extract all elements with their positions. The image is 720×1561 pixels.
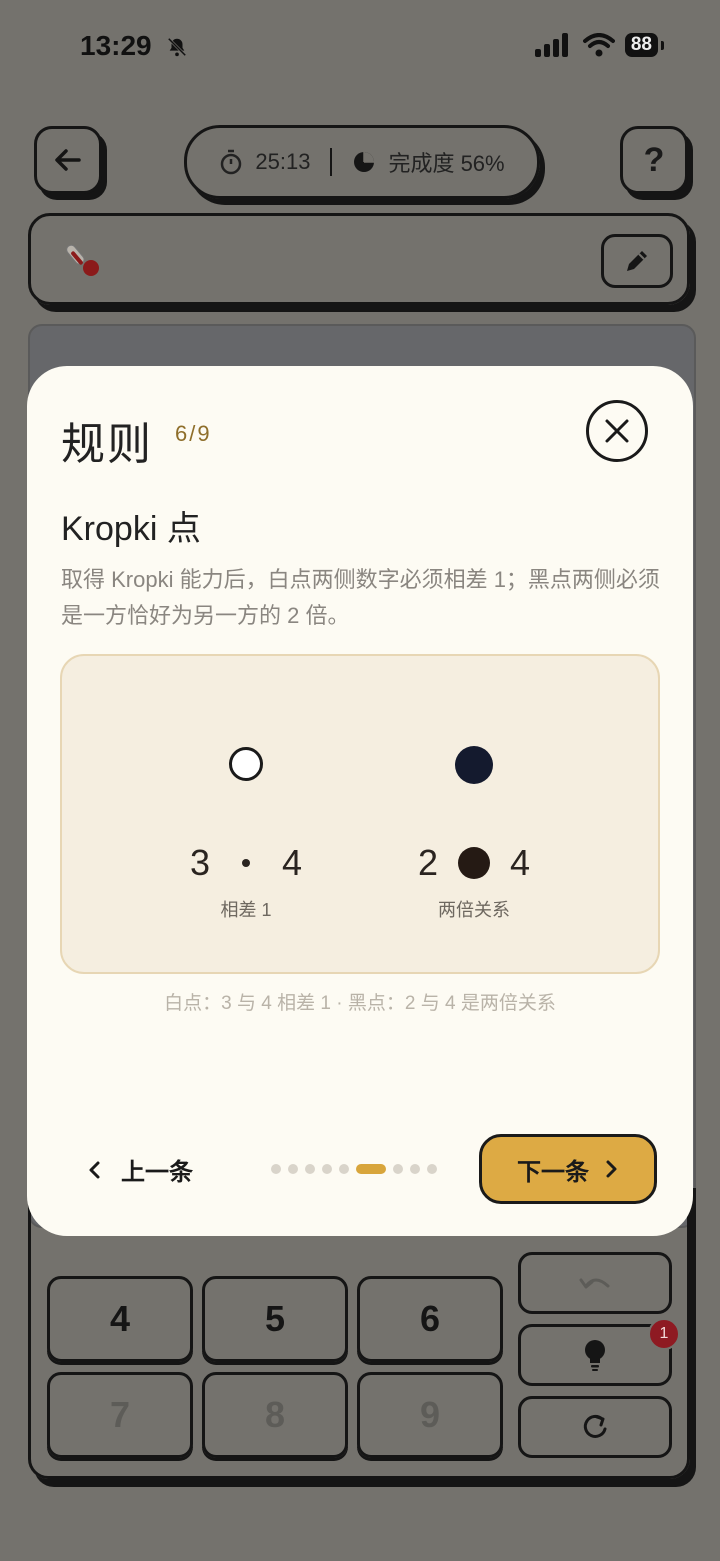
- thermometer-icon: [66, 244, 99, 276]
- previous-rule-button[interactable]: 上一条: [87, 1152, 193, 1187]
- example-equation: 3 4: [126, 842, 366, 884]
- keypad-key-6[interactable]: 6: [357, 1276, 503, 1362]
- bell-off-icon: [167, 37, 187, 57]
- next-label: 下一条: [517, 1158, 589, 1186]
- pie-chart-icon: [354, 152, 375, 172]
- dialog-title: 规则: [61, 420, 153, 469]
- illustration-caption: 白点：3 与 4 相差 1 · 黑点：2 与 4 是两倍关系: [164, 993, 556, 1014]
- example-digit-a: 3: [189, 842, 210, 883]
- undo-button[interactable]: [518, 1252, 672, 1314]
- next-rule-button[interactable]: 下一条: [479, 1134, 657, 1204]
- page-dot: [288, 1164, 298, 1174]
- example-digit-b: 4: [510, 842, 531, 883]
- white-dot-example: 3 4 相差 1: [126, 656, 366, 972]
- page-dot: [393, 1164, 403, 1174]
- rotate-icon: [583, 1414, 607, 1438]
- status-indicators: 88: [534, 33, 665, 57]
- page-indicator: [271, 1164, 437, 1174]
- small-dot-icon: [242, 859, 250, 867]
- close-button[interactable]: [586, 400, 648, 462]
- keypad-key-8[interactable]: 8: [202, 1372, 348, 1458]
- close-icon: [605, 419, 629, 443]
- example-digit-a: 2: [417, 842, 438, 883]
- keypad-key-7[interactable]: 7: [47, 1372, 193, 1458]
- keypad-key-9[interactable]: 9: [357, 1372, 503, 1458]
- rule-heading: Kropki 点: [61, 510, 201, 548]
- page-dot: [322, 1164, 332, 1174]
- pencil-icon: [627, 251, 647, 271]
- wifi-icon: [582, 33, 615, 57]
- help-button[interactable]: ?: [620, 126, 688, 194]
- rule-illustration: 3 4 相差 1 2 4 两倍关系: [60, 654, 660, 974]
- keypad-key-5[interactable]: 5: [202, 1276, 348, 1362]
- black-dot-icon: [455, 746, 493, 784]
- lightbulb-icon: [585, 1340, 605, 1371]
- edit-button[interactable]: [601, 234, 673, 288]
- page-dot: [305, 1164, 315, 1174]
- white-dot-icon: [229, 747, 263, 781]
- timer-progress-pill: 25:13 完成度 56%: [184, 125, 540, 199]
- page-dot: [427, 1164, 437, 1174]
- chevron-left-icon: [89, 1161, 100, 1178]
- signal-icon: [534, 33, 568, 57]
- restart-button[interactable]: [518, 1396, 672, 1458]
- divider: [330, 148, 333, 176]
- help-label: ?: [643, 140, 665, 179]
- black-dot-example: 2 4 两倍关系: [354, 656, 594, 972]
- page-dot: [339, 1164, 349, 1174]
- example-caption: 相差 1: [220, 900, 272, 920]
- status-time: 13:29: [80, 30, 152, 61]
- rule-counter: 6/9: [175, 421, 212, 446]
- example-digit-b: 4: [282, 842, 303, 883]
- page-dot: [410, 1164, 420, 1174]
- hint-count-badge: 1: [648, 1318, 680, 1350]
- previous-label: 上一条: [121, 1159, 193, 1186]
- stopwatch-icon: [221, 149, 242, 175]
- black-dot-icon: [458, 847, 490, 879]
- rules-dialog: 规则 6/9 Kropki 点 取得 Kropki 能力后，白点两侧数字必须相差…: [27, 366, 693, 1236]
- timer-value: 25:13: [255, 149, 311, 174]
- keypad-key-4[interactable]: 4: [47, 1276, 193, 1362]
- rule-description: 取得 Kropki 能力后，白点两侧数字必须相差 1；黑点两侧必须是一方恰好为另…: [61, 567, 660, 628]
- progress-value: 完成度 56%: [388, 151, 505, 176]
- back-button[interactable]: [34, 126, 102, 194]
- page-dot: [271, 1164, 281, 1174]
- example-caption: 两倍关系: [438, 900, 510, 920]
- page-dot-active: [356, 1164, 386, 1174]
- chevron-right-icon: [606, 1160, 617, 1178]
- undo-icon: [579, 1278, 610, 1289]
- battery-indicator: 88: [624, 33, 665, 57]
- arrow-left-icon: [55, 149, 81, 171]
- tool-bar: [28, 213, 690, 305]
- example-equation: 2 4: [354, 842, 594, 884]
